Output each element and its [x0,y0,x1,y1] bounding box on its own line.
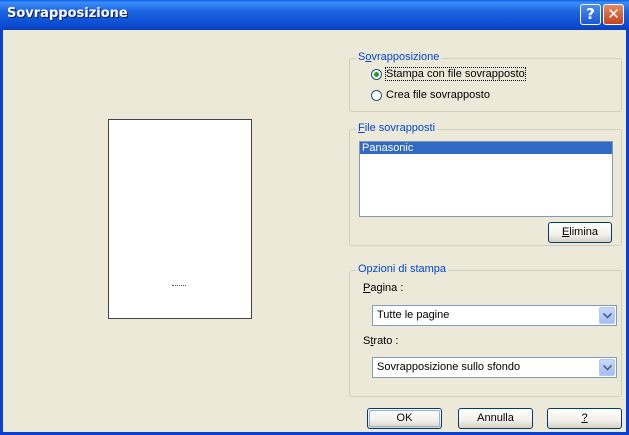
page-select-value: Tutte le pagine [377,309,450,321]
list-item[interactable]: Panasonic [360,142,612,154]
print-options-group: Opzioni di stampa Pagina : Tutte le pagi… [349,263,622,397]
radio-create-overlay[interactable]: Crea file sovrapposto [371,88,490,102]
layer-label: Strato : [363,335,399,347]
radio-create-overlay-label: Crea file sovrapposto [386,89,490,101]
radio-unchecked-icon[interactable] [371,89,382,101]
radio-print-with-overlay-label: Stampa con file sovrapposto [385,67,526,81]
help-button[interactable]: ? [547,408,622,429]
overlay-files-group: File sovrapposti Panasonic Elimina [349,122,622,246]
overlay-files-list[interactable]: Panasonic [359,141,613,217]
help-icon: ? [586,5,595,23]
window-title: Sovrapposizione [7,6,128,21]
radio-checked-icon[interactable] [371,68,382,80]
chevron-down-icon[interactable] [599,307,615,324]
preview-dots [172,285,186,286]
overlay-mode-legend: Sovrapposizione [356,51,442,63]
page-preview [108,119,252,319]
cancel-button[interactable]: Annulla [458,408,533,429]
close-icon: ✕ [607,5,620,23]
layer-select-value: Sovrapposizione sullo sfondo [377,361,521,373]
title-bar[interactable]: Sovrapposizione ? ✕ [0,0,629,30]
radio-print-with-overlay[interactable]: Stampa con file sovrapposto [371,67,526,81]
page-select[interactable]: Tutte le pagine [372,305,617,326]
print-options-legend: Opzioni di stampa [356,263,449,275]
layer-select[interactable]: Sovrapposizione sullo sfondo [372,357,617,378]
page-label: Pagina : [363,282,404,294]
help-title-button[interactable]: ? [580,4,601,25]
close-button[interactable]: ✕ [603,4,624,25]
chevron-down-icon[interactable] [599,359,615,376]
overlay-files-legend: File sovrapposti [356,122,438,134]
delete-button[interactable]: Elimina [548,222,612,243]
overlay-mode-group: Sovrapposizione Stampa con file sovrappo… [349,51,622,112]
overlay-dialog: Sovrapposizione ? ✕ Sovrapposizione Stam… [0,0,629,435]
ok-button[interactable]: OK [367,408,442,429]
